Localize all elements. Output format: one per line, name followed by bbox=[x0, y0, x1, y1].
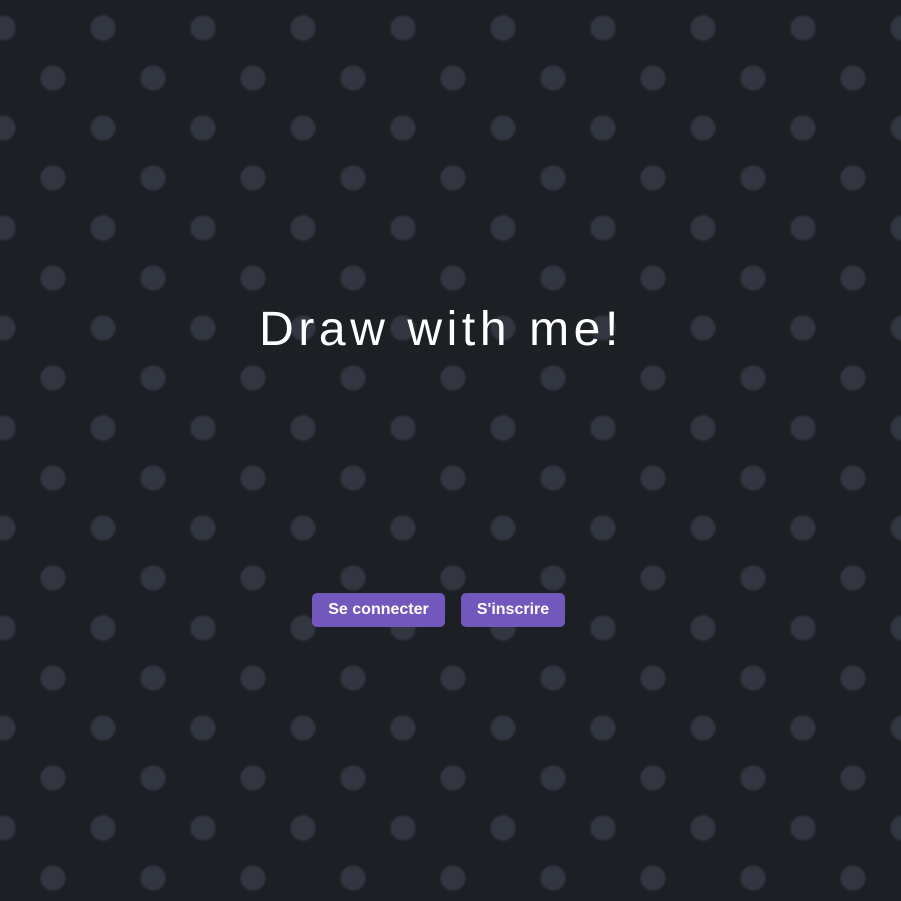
login-button[interactable]: Se connecter bbox=[312, 593, 445, 627]
page-title: Draw with me! bbox=[259, 303, 623, 356]
dot-background bbox=[0, 0, 901, 901]
auth-actions: Se connecter S'inscrire bbox=[312, 593, 565, 627]
register-button[interactable]: S'inscrire bbox=[461, 593, 565, 627]
